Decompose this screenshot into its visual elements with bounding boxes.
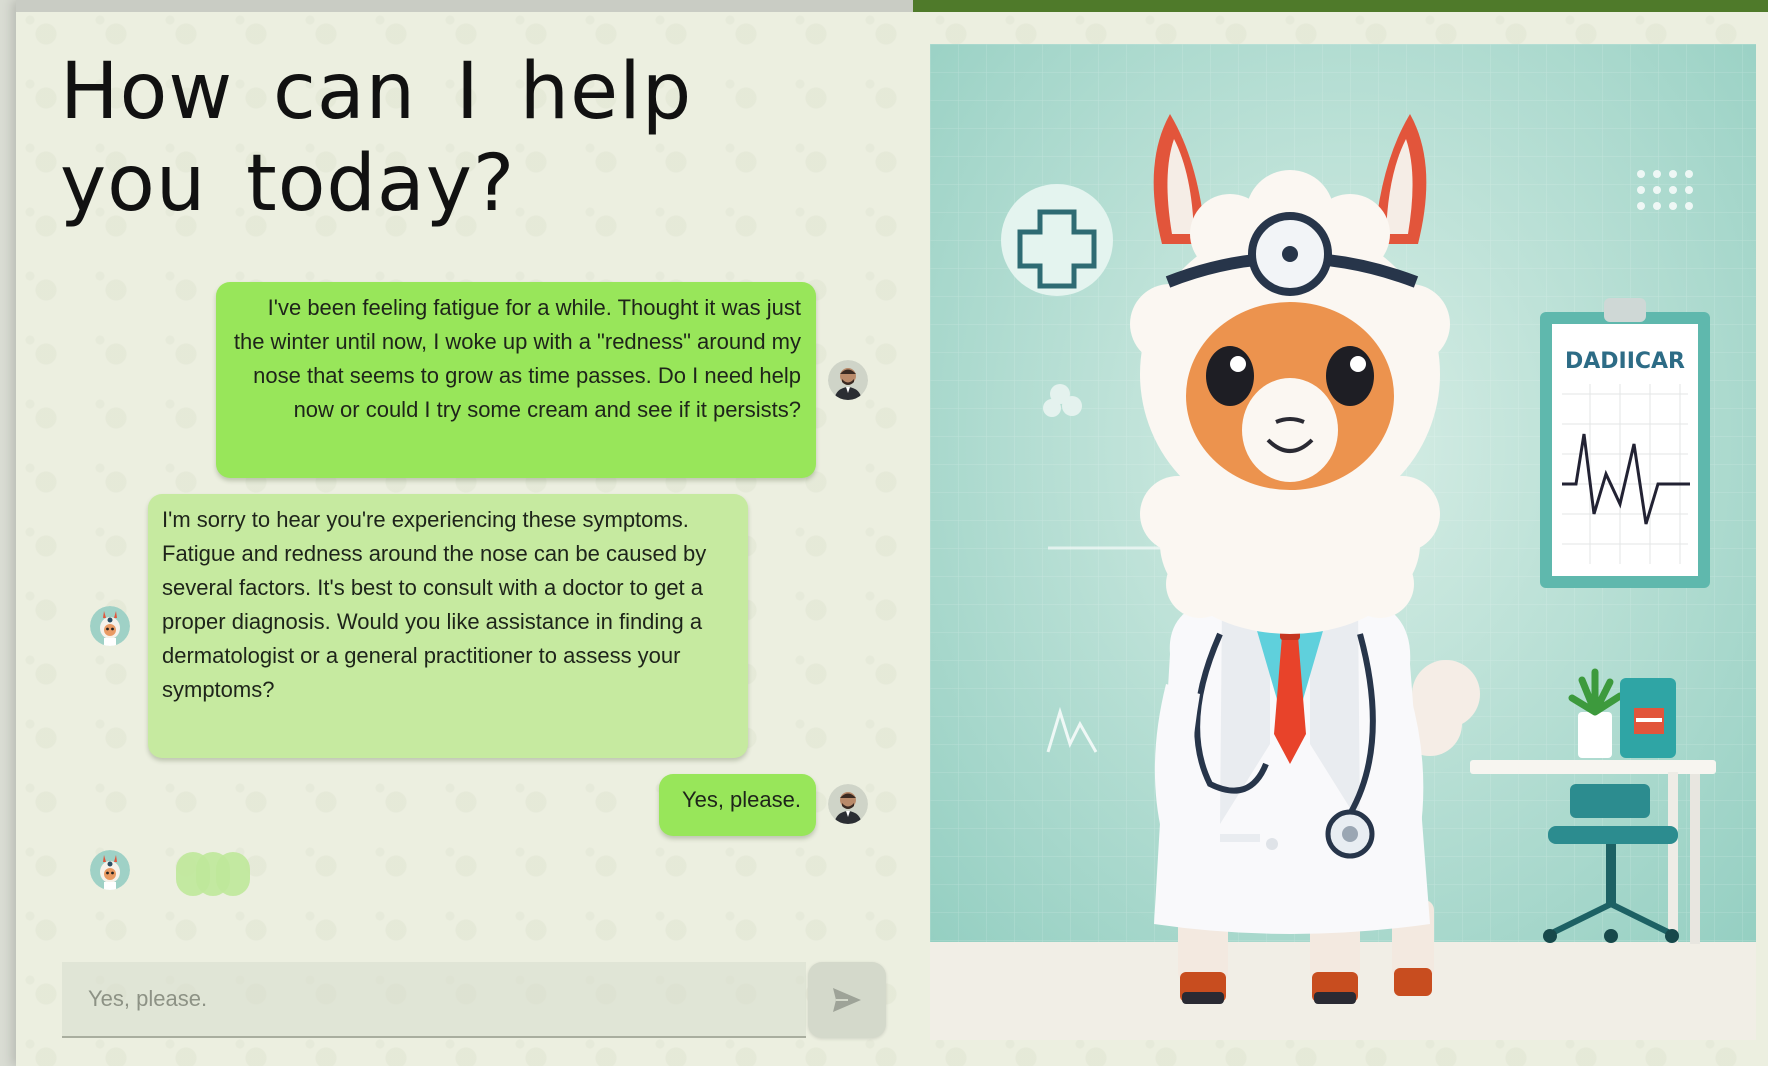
- assistant-message-text: I'm sorry to hear you're experiencing th…: [162, 507, 707, 702]
- message-input[interactable]: [62, 962, 806, 1036]
- top-bar-left: [16, 0, 913, 12]
- typing-dot: [216, 852, 250, 896]
- assistant-message-bubble: I'm sorry to hear you're experiencing th…: [148, 494, 748, 758]
- composer: [62, 962, 806, 1038]
- medical-cross-icon: [1001, 184, 1113, 296]
- user-message-text: Yes, please.: [681, 787, 801, 812]
- clipboard-chart: DADIICAR: [1540, 298, 1710, 588]
- clipboard-label: DADIICAR: [1565, 349, 1685, 374]
- app-window: How can I help you today? I've been feel…: [16, 0, 1768, 1066]
- send-arrow-icon: [833, 988, 861, 1012]
- typing-indicator: [176, 852, 266, 896]
- assistant-avatar: [90, 850, 130, 890]
- user-message-bubble: I've been feeling fatigue for a while. T…: [216, 282, 816, 478]
- page-title: How can I help you today?: [60, 47, 693, 229]
- llama-doctor-illustration: DADIICAR: [930, 44, 1756, 1040]
- top-bar-accent: [913, 0, 1768, 12]
- user-message-text: I've been feeling fatigue for a while. T…: [233, 295, 801, 422]
- user-message-bubble: Yes, please.: [659, 774, 816, 836]
- assistant-avatar: [90, 606, 130, 646]
- send-button[interactable]: [808, 962, 886, 1038]
- medicine-box: [1620, 678, 1676, 758]
- user-avatar: [828, 360, 868, 400]
- user-avatar: [828, 784, 868, 824]
